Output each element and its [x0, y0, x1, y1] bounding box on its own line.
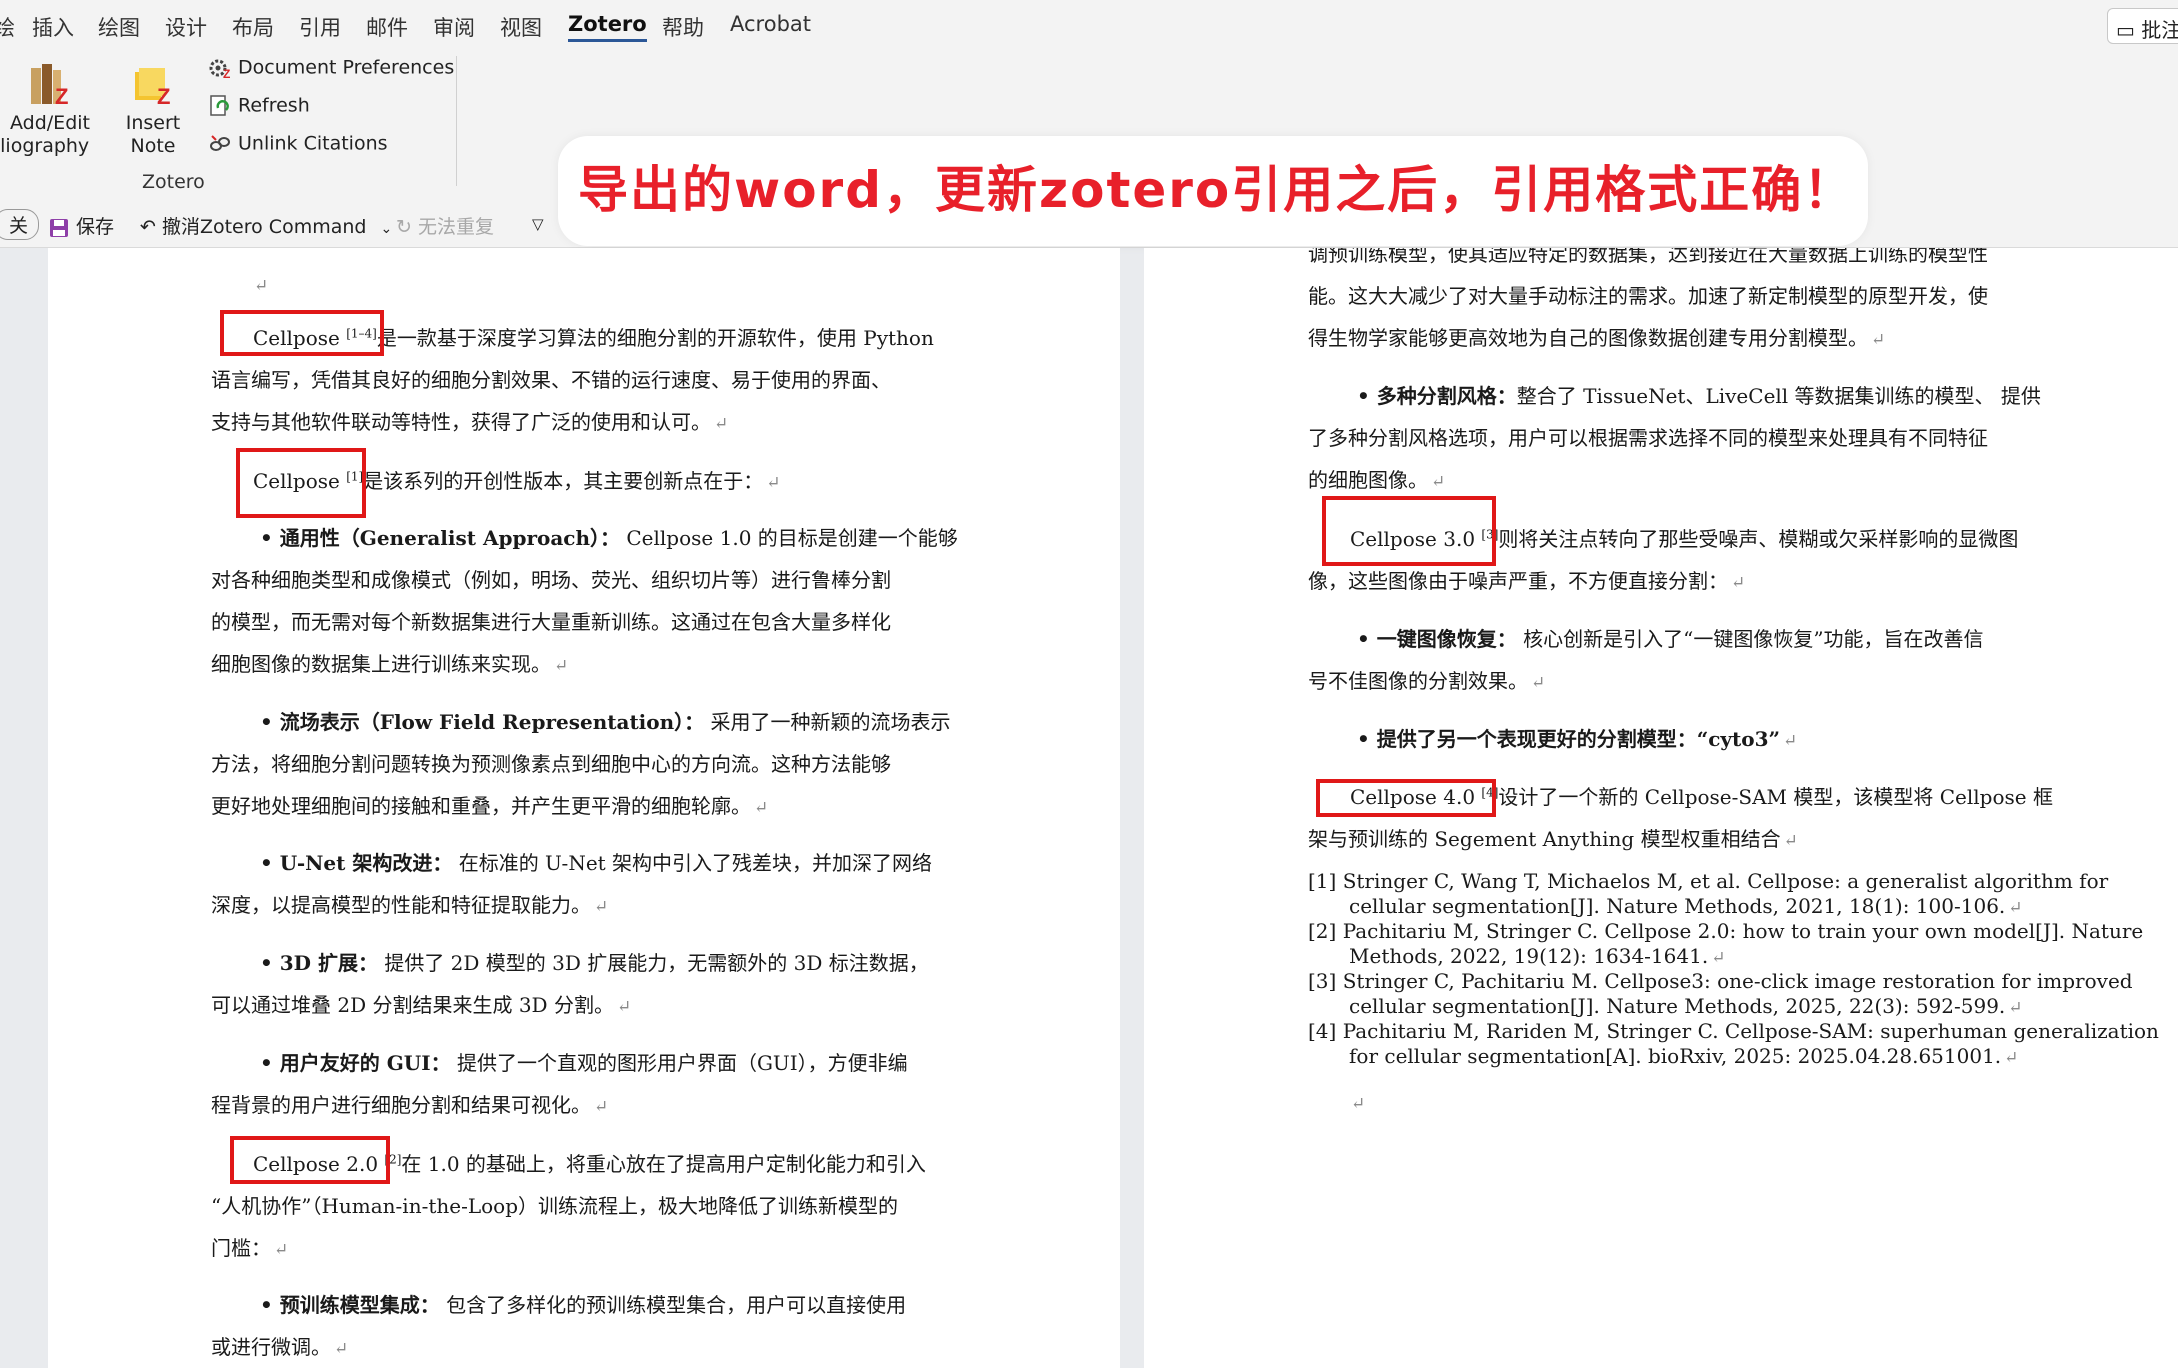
paragraph-mark: ↵: [254, 276, 269, 296]
save-button[interactable]: 保存: [48, 212, 114, 239]
citation-highlight-box: [236, 448, 366, 518]
undo-label: 撤消Zotero Command: [161, 216, 367, 238]
paragraph-line: 调预训练模型，使其适应特定的数据集，达到接近在大量数据上训练的模型性: [1308, 248, 1988, 266]
bibliography-icon: Z: [31, 64, 68, 108]
paragraph-line: 能。这大大减少了对大量手动标注的需求。加速了新定制模型的原型开发，使: [1308, 284, 1988, 308]
paragraph-line: 深度，以提高模型的性能和特征提取能力。 ↵: [211, 893, 609, 917]
bibliography-entry: [4] Pachitariu M, Rariden M, Stringer C.…: [1308, 1019, 2159, 1043]
tab-draw-partial[interactable]: 绘: [0, 12, 15, 42]
bibliography-label: ibliography: [0, 135, 90, 157]
svg-text:Z: Z: [223, 67, 230, 80]
paragraph-mark: ↵: [1351, 1094, 1366, 1114]
paragraph-line: 方法，将细胞分割问题转换为预测像素点到细胞中心的方向流。这种方法能够: [211, 752, 891, 776]
paragraph-line: “人机协作”（Human-in-the-Loop）训练流程上，极大地降低了训练新…: [211, 1194, 899, 1218]
add-edit-bibliography-button[interactable]: Z Add/Edit ibliography: [0, 60, 100, 158]
paragraph-line: 号不佳图像的分割效果。 ↵: [1308, 669, 1546, 693]
bullet-flow-field: • 流场表示（Flow Field Representation）： 采用了一种…: [260, 710, 951, 734]
paragraph-line: 像，这些图像由于噪声严重，不方便直接分割： ↵: [1308, 569, 1746, 593]
comment-icon: ▭: [2116, 18, 2135, 42]
unlink-icon: [210, 135, 230, 151]
tab-design[interactable]: 设计: [165, 12, 207, 42]
paragraph-line: 语言编写，凭借其良好的细胞分割效果、不错的运行速度、易于使用的界面、: [211, 368, 891, 392]
note-icon: Z: [135, 68, 170, 108]
bibliography-entry-cont: cellular segmentation[J]. Nature Methods…: [1349, 894, 2023, 918]
document-page-left[interactable]: ↵ Cellpose [1–4]是一款基于深度学习算法的细胞分割的开源软件，使用…: [48, 248, 1120, 1368]
paragraph-line: 架与预训练的 Segement Anything 模型权重相结合 ↵: [1308, 827, 1798, 851]
paragraph-line: 程背景的用户进行细胞分割和结果可视化。 ↵: [211, 1093, 609, 1117]
bibliography-entry: [2] Pachitariu M, Stringer C. Cellpose 2…: [1308, 919, 2144, 943]
customize-toolbar-chevron-icon[interactable]: ▽: [532, 215, 544, 233]
annotation-banner: 导出的word，更新zotero引用之后，引用格式正确！: [558, 136, 1868, 246]
paragraph-line: 或进行微调。 ↵: [211, 1335, 349, 1359]
tab-help[interactable]: 帮助: [662, 12, 704, 42]
redo-button[interactable]: ↻ 无法重复: [396, 212, 494, 239]
refresh-label: Refresh: [238, 94, 310, 117]
tab-acrobat[interactable]: Acrobat: [730, 12, 811, 36]
autosave-toggle[interactable]: 关: [0, 209, 40, 240]
paragraph-line: 的细胞图像。 ↵: [1308, 468, 1446, 492]
citation-highlight-box: [230, 1136, 390, 1184]
comments-label: 批注: [2141, 18, 2178, 42]
svg-text:Z: Z: [55, 84, 68, 108]
add-edit-label: Add/Edit: [10, 112, 90, 134]
paragraph-line: 支持与其他软件联动等特性，获得了广泛的使用和认可。 ↵: [211, 410, 729, 434]
paragraph-line: 可以通过堆叠 2D 分割结果来生成 3D 分割。 ↵: [211, 993, 632, 1017]
bibliography-entry-cont: cellular segmentation[J]. Nature Methods…: [1349, 994, 2023, 1018]
save-icon: [50, 218, 68, 237]
zotero-group-label: Zotero: [142, 171, 205, 193]
bibliography-entry: [1] Stringer C, Wang T, Michaelos M, et …: [1308, 869, 2109, 893]
bullet-cyto3: • 提供了另一个表现更好的分割模型：“cyto3” ↵: [1357, 727, 1798, 751]
bullet-3d: • 3D 扩展： 提供了 2D 模型的 3D 扩展能力，无需额外的 3D 标注数…: [260, 951, 929, 975]
bullet-generalist: • 通用性（Generalist Approach）： Cellpose 1.0…: [260, 526, 958, 550]
paragraph-line: 的模型，而无需对每个新数据集进行大量重新训练。这通过在包含大量多样化: [211, 610, 891, 634]
citation-highlight-box: [1316, 779, 1496, 817]
paragraph-line: 了多种分割风格选项，用户可以根据需求选择不同的模型来处理具有不同特征: [1308, 426, 1988, 450]
redo-label: 无法重复: [417, 216, 494, 238]
undo-button[interactable]: ↶ 撤消Zotero Command ⌄: [140, 212, 392, 239]
bullet-pretrained: • 预训练模型集成： 包含了多样化的预训练模型集合，用户可以直接使用: [260, 1293, 907, 1317]
paragraph-line: 门槛： ↵: [211, 1236, 289, 1260]
refresh-icon: [210, 95, 229, 116]
document-preferences-button[interactable]: Z Document Preferences: [208, 56, 454, 84]
citation-highlight-box: [220, 310, 384, 356]
tab-insert[interactable]: 插入: [32, 12, 74, 42]
bibliography-entry-cont: Methods, 2022, 19(12): 1634-1641. ↵: [1349, 944, 1726, 968]
unlink-citations-label: Unlink Citations: [238, 132, 388, 155]
insert-note-button[interactable]: Z Insert Note: [120, 64, 186, 158]
bibliography-entry: [3] Stringer C, Pachitariu M. Cellpose3:…: [1308, 969, 2133, 993]
bullet-unet: • U-Net 架构改进： 在标准的 U-Net 架构中引入了残差块，并加深了网…: [260, 851, 933, 875]
save-label: 保存: [76, 216, 115, 238]
redo-icon: ↻: [396, 216, 412, 238]
insert-label: Insert: [125, 112, 181, 134]
paragraph-line: 得生物学家能够更高效地为自己的图像数据创建专用分割模型。 ↵: [1308, 326, 1886, 350]
paragraph-line: 细胞图像的数据集上进行训练来实现。 ↵: [211, 652, 569, 676]
note-label: Note: [130, 135, 176, 157]
bullet-segmentation-styles: • 多种分割风格：整合了 TissueNet、LiveCell 等数据集训练的模…: [1357, 384, 2041, 408]
document-preferences-label: Document Preferences: [238, 56, 455, 79]
tab-layout[interactable]: 布局: [232, 12, 274, 42]
comments-button[interactable]: ▭ 批注: [2107, 8, 2178, 44]
tab-mailings[interactable]: 邮件: [366, 12, 408, 42]
refresh-button[interactable]: Refresh: [208, 94, 310, 122]
unlink-citations-button[interactable]: Unlink Citations: [208, 132, 388, 160]
banner-text: 导出的word，更新zotero引用之后，引用格式正确！: [578, 161, 1856, 219]
tab-view[interactable]: 视图: [500, 12, 542, 42]
document-page-right[interactable]: 调预训练模型，使其适应特定的数据集，达到接近在大量数据上训练的模型性 能。这大大…: [1144, 248, 2178, 1368]
tab-references[interactable]: 引用: [299, 12, 341, 42]
group-separator: [456, 56, 457, 186]
paragraph-line: 对各种细胞类型和成像模式（例如，明场、荧光、组织切片等）进行鲁棒分割: [211, 568, 891, 592]
ribbon-tab-bar: 绘 插入 绘图 设计 布局 引用 邮件 审阅 视图 Zotero 帮助 Acro…: [0, 0, 2178, 50]
bibliography-entry-cont: for cellular segmentation[A]. bioRxiv, 2…: [1349, 1044, 2019, 1068]
paragraph-line: 更好地处理细胞间的接触和重叠，并产生更平滑的细胞轮廓。 ↵: [211, 794, 769, 818]
tab-drawing[interactable]: 绘图: [98, 12, 140, 42]
tab-zotero[interactable]: Zotero: [568, 12, 647, 42]
gear-icon: Z: [209, 59, 230, 80]
tab-review[interactable]: 审阅: [433, 12, 475, 42]
undo-dropdown-chevron-icon[interactable]: ⌄: [381, 221, 393, 237]
citation-highlight-box: [1322, 496, 1496, 566]
undo-icon: ↶: [140, 216, 156, 238]
bullet-image-restoration: • 一键图像恢复： 核心创新是引入了“一键图像恢复”功能，旨在改善信: [1357, 627, 1984, 651]
svg-text:Z: Z: [157, 84, 170, 108]
bullet-gui: • 用户友好的 GUI： 提供了一个直观的图形用户界面（GUI），方便非编: [260, 1051, 908, 1075]
